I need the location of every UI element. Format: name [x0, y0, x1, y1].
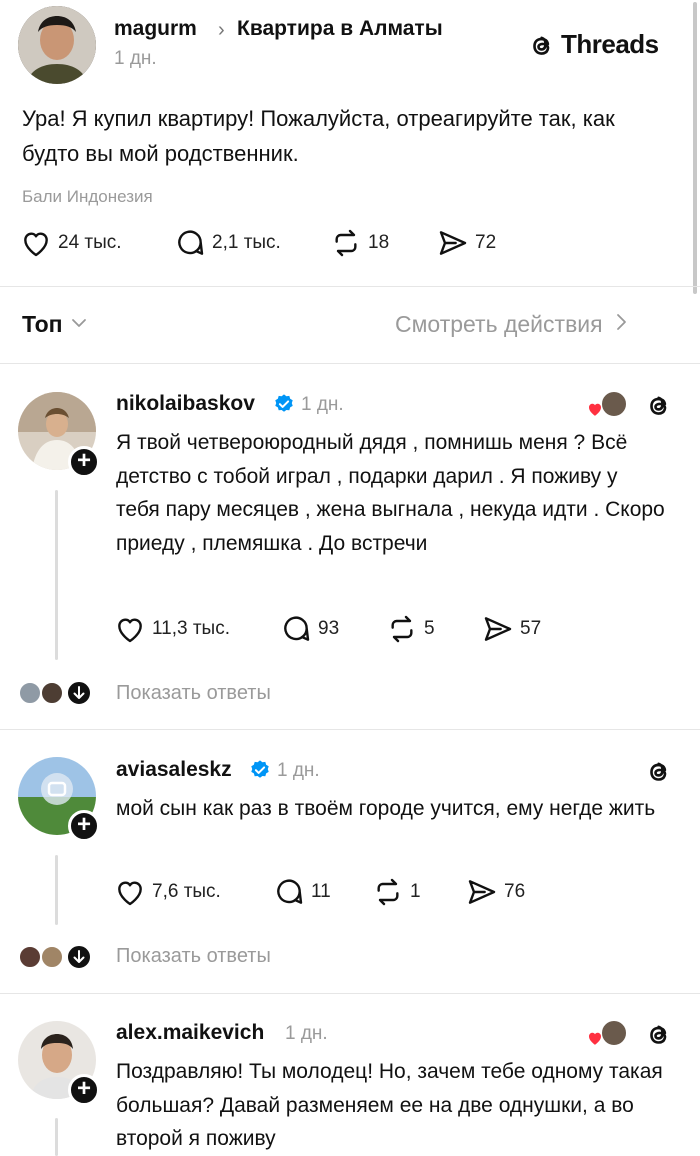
reply-like-button[interactable]: 7,6 тыс. — [114, 876, 221, 908]
threads-logo-icon — [526, 30, 556, 60]
threads-logo-icon[interactable] — [643, 390, 673, 420]
reply-text: Я твой четвероюродный дядя , помнишь мен… — [116, 431, 665, 555]
verified-badge-icon — [273, 393, 295, 415]
divider — [0, 286, 700, 287]
post-comment-count: 2,1 тыс. — [212, 232, 281, 253]
repost-icon — [330, 227, 362, 259]
replier-avatar — [40, 681, 64, 705]
comment-icon — [280, 613, 312, 645]
divider — [0, 729, 700, 730]
reply-text: Поздравляю! Ты молодец! Но, зачем тебе о… — [116, 1060, 663, 1150]
verified-badge-icon — [249, 759, 271, 781]
post-like-button[interactable]: 24 тыс. — [20, 227, 122, 259]
author-liked-indicator — [586, 390, 630, 420]
view-activity-link[interactable]: Смотреть действия — [395, 311, 627, 338]
post-author-avatar[interactable] — [18, 6, 96, 84]
post-share-button[interactable]: 72 — [437, 227, 496, 259]
author-liked-indicator — [586, 1019, 630, 1049]
heart-icon — [114, 876, 146, 908]
replier-avatar — [18, 681, 42, 705]
reply-author-name[interactable]: nikolaibaskov — [116, 392, 255, 416]
reply-repost-count: 5 — [424, 618, 435, 639]
reply-repost-count: 1 — [410, 881, 421, 902]
reply-text: мой сын как раз в твоём городе учится, е… — [116, 797, 656, 820]
heart-icon — [20, 227, 52, 259]
reply-share-count: 76 — [504, 881, 526, 902]
reply-share-button[interactable]: 76 — [466, 876, 525, 908]
post-comment-button[interactable]: 2,1 тыс. — [174, 227, 281, 259]
threads-logo-icon[interactable] — [643, 1019, 673, 1049]
follow-plus-button[interactable]: + — [68, 1074, 100, 1106]
reply-time: 1 дн. — [285, 1023, 328, 1044]
reply-time: 1 дн. — [301, 394, 344, 415]
reply-like-count: 7,6 тыс. — [152, 881, 221, 902]
liker-avatar — [600, 1019, 628, 1047]
show-replies-link[interactable]: Показать ответы — [116, 945, 271, 968]
post-time: 1 дн. — [114, 48, 157, 69]
thread-line — [55, 1118, 58, 1156]
view-activity-label: Смотреть действия — [395, 311, 603, 337]
post-repost-count: 18 — [368, 232, 390, 253]
reply-repost-button[interactable]: 5 — [386, 613, 435, 645]
follow-plus-button[interactable]: + — [68, 446, 100, 478]
arrow-down-icon[interactable] — [66, 680, 92, 706]
reply-comment-button[interactable]: 93 — [280, 613, 339, 645]
threads-brand[interactable]: Threads — [526, 29, 659, 60]
heart-icon — [114, 613, 146, 645]
arrow-down-icon[interactable] — [66, 944, 92, 970]
thread-line — [55, 855, 58, 925]
reply-comment-count: 11 — [311, 881, 331, 902]
reply-time: 1 дн. — [277, 760, 320, 781]
chevron-right-icon: › — [218, 19, 225, 41]
heart-filled-icon — [589, 1032, 601, 1045]
replier-avatar — [18, 945, 42, 969]
reply-comment-button[interactable]: 11 — [273, 876, 331, 908]
post-share-count: 72 — [475, 232, 497, 253]
share-icon — [482, 613, 514, 645]
reply-like-count: 11,3 тыс. — [152, 618, 230, 639]
reply-share-count: 57 — [520, 618, 542, 639]
share-icon — [437, 227, 469, 259]
threads-logo-icon[interactable] — [643, 756, 673, 786]
heart-filled-icon — [589, 403, 601, 416]
replier-avatar — [40, 945, 64, 969]
divider — [0, 993, 700, 994]
reply-repost-button[interactable]: 1 — [372, 876, 421, 908]
follow-plus-button[interactable]: + — [68, 810, 100, 842]
post-location[interactable]: Бали Индонезия — [22, 187, 153, 207]
share-icon — [466, 876, 498, 908]
chevron-down-icon — [71, 316, 87, 334]
post-repost-button[interactable]: 18 — [330, 227, 389, 259]
repost-icon — [372, 876, 404, 908]
sort-label: Топ — [22, 311, 63, 337]
repost-icon — [386, 613, 418, 645]
threads-brand-label: Threads — [561, 29, 659, 59]
thread-line — [55, 490, 58, 660]
divider — [0, 363, 700, 364]
sort-dropdown[interactable]: Топ — [22, 311, 87, 338]
chevron-right-icon — [615, 313, 627, 336]
scrollbar[interactable] — [693, 2, 697, 294]
comment-icon — [174, 227, 206, 259]
reply-author-name[interactable]: alex.maikevich — [116, 1021, 264, 1045]
show-replies-link[interactable]: Показать ответы — [116, 682, 271, 705]
post-author-name[interactable]: magurm — [114, 17, 197, 41]
comment-icon — [273, 876, 305, 908]
reply-like-button[interactable]: 11,3 тыс. — [114, 613, 230, 645]
reply-share-button[interactable]: 57 — [482, 613, 541, 645]
reply-author-name[interactable]: aviasaleskz — [116, 758, 232, 782]
liker-avatar — [600, 390, 628, 418]
post-like-count: 24 тыс. — [58, 232, 122, 253]
post-text: Ура! Я купил квартиру! Пожалуйста, отреа… — [22, 106, 615, 166]
reply-comment-count: 93 — [318, 618, 340, 639]
post-community[interactable]: Квартира в Алматы — [237, 17, 443, 41]
